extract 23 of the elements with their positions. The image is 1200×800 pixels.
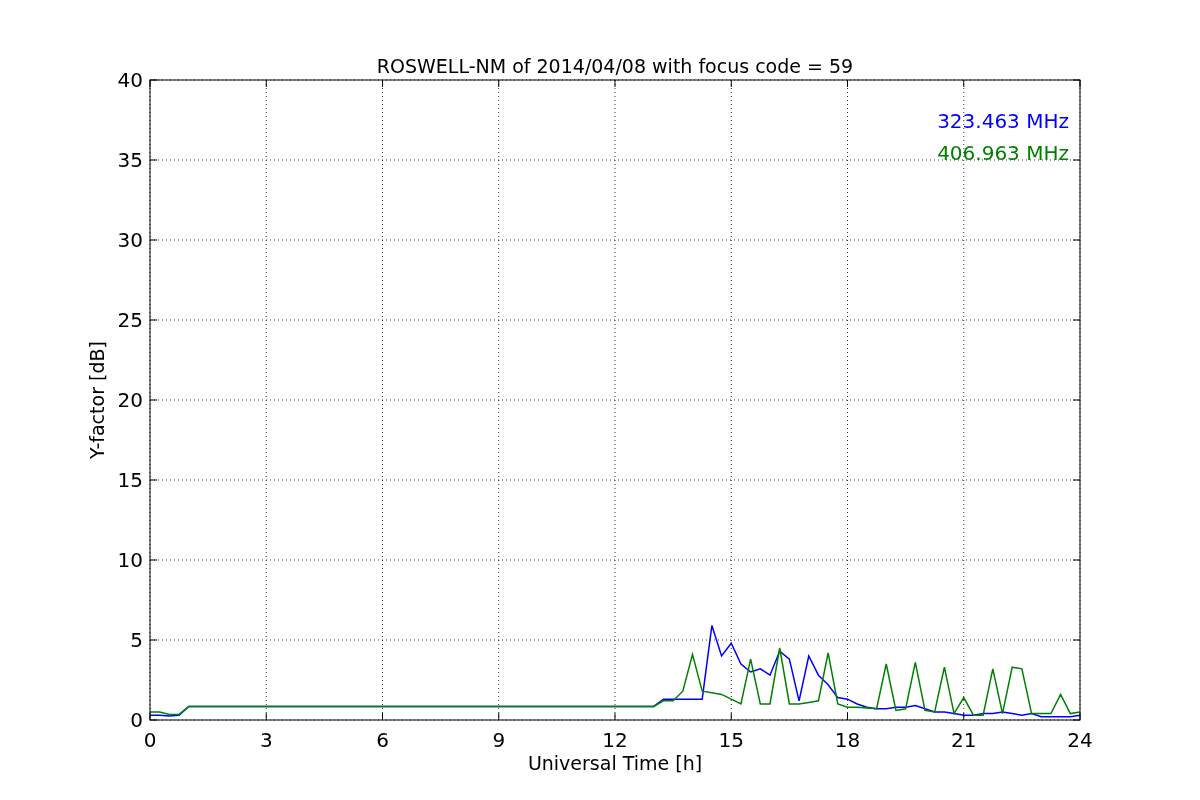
x-tick-label: 21: [951, 728, 977, 752]
x-axis-label: Universal Time [h]: [527, 752, 703, 774]
y-axis-label: Y-factor [dB]: [86, 341, 108, 459]
x-tick-label: 15: [718, 728, 744, 752]
y-tick-label: 5: [130, 628, 143, 652]
y-tick-label: 30: [117, 228, 143, 252]
x-tick-label: 9: [492, 728, 506, 752]
x-tick-label: 18: [834, 728, 861, 752]
x-tick-label: 24: [1067, 728, 1093, 752]
x-tick-label: 3: [259, 728, 273, 752]
y-tick-label: 35: [117, 148, 143, 172]
y-tick-label: 40: [117, 68, 143, 92]
x-tick-label: 6: [376, 728, 389, 752]
legend-label: 406.963 MHz: [937, 141, 1069, 165]
y-tick-label: 10: [117, 548, 143, 572]
x-tick-label: 0: [143, 728, 157, 752]
legend-label: 323.463 MHz: [937, 109, 1069, 133]
y-tick-label: 20: [117, 388, 143, 412]
y-tick-label: 0: [130, 708, 143, 732]
y-tick-label: 15: [117, 468, 143, 492]
y-tick-label: 25: [117, 308, 143, 332]
chart-title: ROSWELL-NM of 2014/04/08 with focus code = 59: [376, 55, 854, 77]
x-tick-label: 12: [602, 728, 628, 752]
